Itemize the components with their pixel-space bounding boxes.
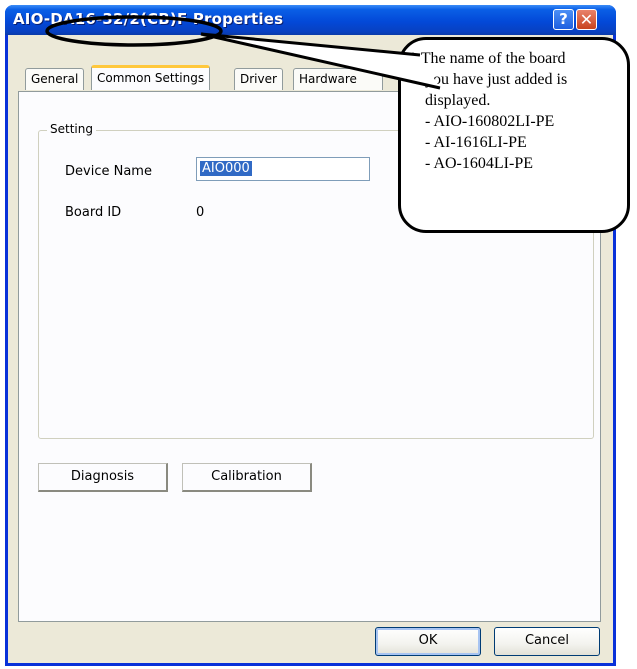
callout-line: you have just added is: [425, 71, 568, 88]
device-name-value: AIO000: [200, 161, 252, 176]
board-id-value: 0: [196, 205, 205, 220]
tab-general[interactable]: General: [25, 68, 85, 90]
window-title: AIO-DA16-32/2(CB)F Properties: [13, 10, 284, 28]
title-bar[interactable]: AIO-DA16-32/2(CB)F Properties ? ✕: [5, 5, 616, 35]
close-button[interactable]: ✕: [576, 9, 597, 30]
callout-line: - AIO-160802LI-PE: [425, 113, 555, 130]
callout-line: displayed.: [425, 92, 491, 109]
callout-text: * The name of the board you have just ad…: [409, 48, 567, 174]
diagnosis-button[interactable]: Diagnosis: [38, 463, 168, 492]
cancel-button[interactable]: Cancel: [494, 627, 600, 656]
tab-common-settings[interactable]: Common Settings: [91, 65, 211, 90]
calibration-button[interactable]: Calibration: [182, 463, 312, 492]
tab-driver[interactable]: Driver: [234, 68, 283, 90]
ok-button[interactable]: OK: [375, 627, 481, 656]
annotation-callout: * The name of the board you have just ad…: [398, 37, 630, 233]
setting-legend: Setting: [47, 122, 96, 136]
board-id-label: Board ID: [65, 205, 122, 220]
device-name-field[interactable]: AIO000: [196, 157, 370, 181]
help-button[interactable]: ?: [553, 9, 574, 30]
tab-hardware[interactable]: Hardware: [293, 68, 383, 90]
callout-line: - AO-1604LI-PE: [425, 155, 533, 172]
callout-line: - AI-1616LI-PE: [425, 134, 527, 151]
callout-line: * The name of the board: [409, 50, 566, 67]
device-name-label: Device Name: [65, 164, 152, 179]
